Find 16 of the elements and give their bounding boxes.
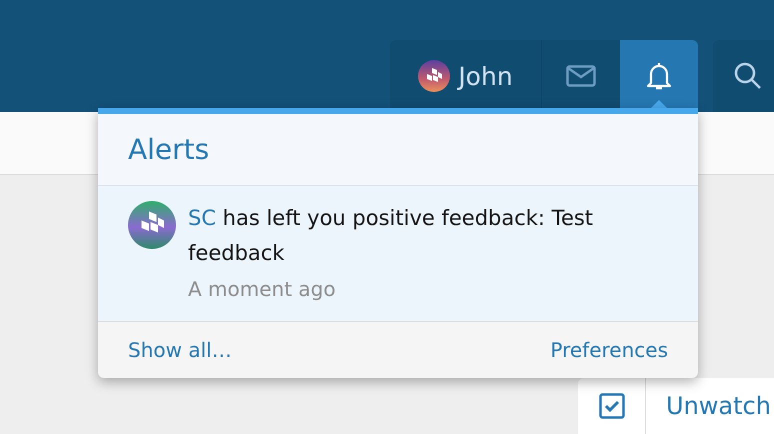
bell-icon <box>646 61 672 91</box>
checkbox-icon <box>598 393 624 419</box>
show-all-link[interactable]: Show all… <box>128 338 232 362</box>
avatar-icon <box>128 201 176 249</box>
preferences-link[interactable]: Preferences <box>550 338 668 362</box>
alert-item[interactable]: SC has left you positive feedback: Test feedback A moment ago <box>98 186 698 322</box>
menu-title: Alerts <box>128 133 210 166</box>
search-icon <box>733 61 763 91</box>
envelope-icon <box>566 65 596 87</box>
avatar-icon <box>418 60 450 92</box>
search-tab[interactable] <box>713 40 774 112</box>
user-link[interactable]: SC <box>188 206 216 230</box>
unwatch-button[interactable]: Unwatch <box>646 378 774 434</box>
alert-time: A moment ago <box>188 276 337 303</box>
watch-checkbox[interactable] <box>578 378 646 434</box>
alert-message: SC has left you positive feedback: Test feedback <box>188 205 594 267</box>
